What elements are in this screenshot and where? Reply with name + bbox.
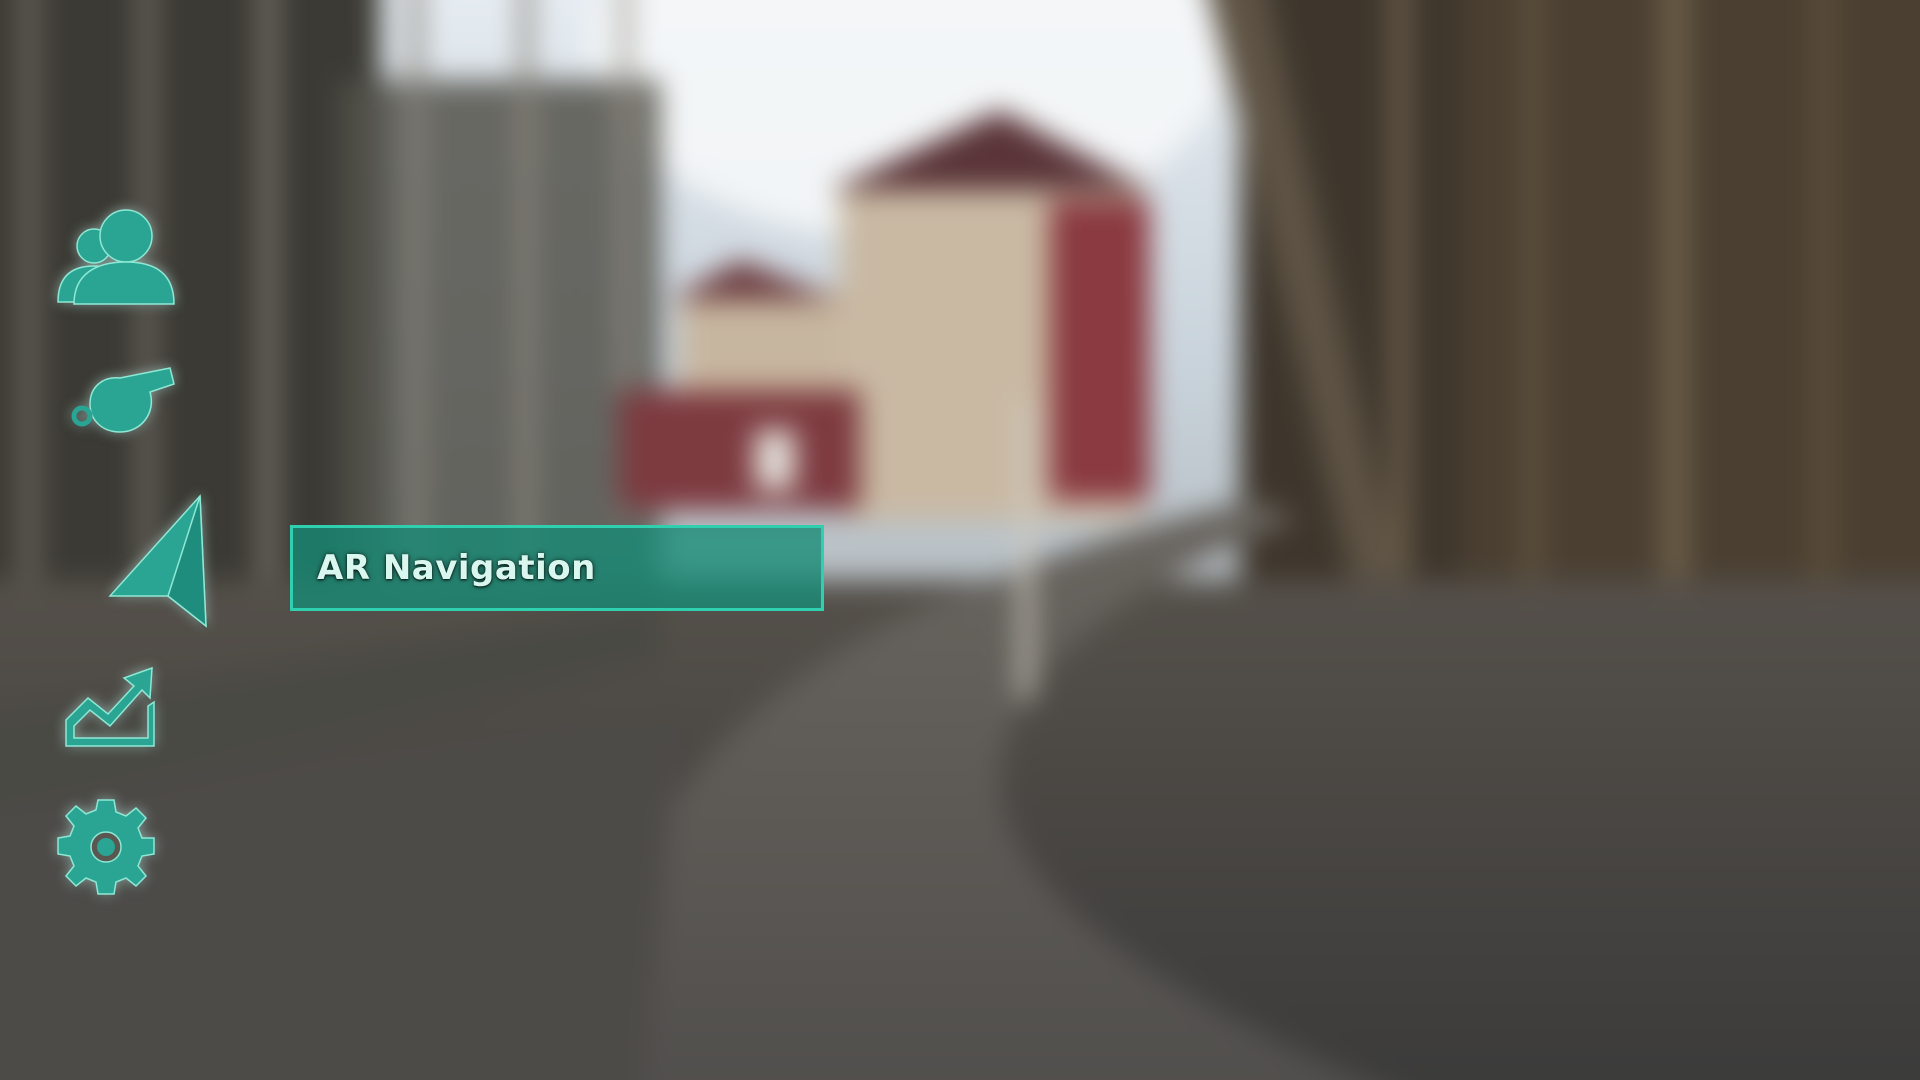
menu-item-navigation[interactable] bbox=[106, 492, 212, 630]
active-menu-label-text: AR Navigation bbox=[317, 548, 596, 588]
whistle-icon bbox=[70, 360, 176, 438]
menu-item-statistics[interactable] bbox=[64, 664, 156, 750]
active-menu-label: AR Navigation bbox=[290, 525, 824, 611]
navigation-arrow-icon bbox=[106, 492, 212, 630]
menu-item-whistle[interactable] bbox=[70, 360, 176, 438]
trending-chart-icon bbox=[64, 664, 156, 750]
menu-item-settings[interactable] bbox=[56, 796, 156, 896]
menu-item-users[interactable] bbox=[56, 198, 176, 308]
users-icon bbox=[56, 198, 176, 308]
ar-side-menu: AR Navigation bbox=[0, 0, 1920, 1080]
gear-icon bbox=[56, 796, 156, 896]
